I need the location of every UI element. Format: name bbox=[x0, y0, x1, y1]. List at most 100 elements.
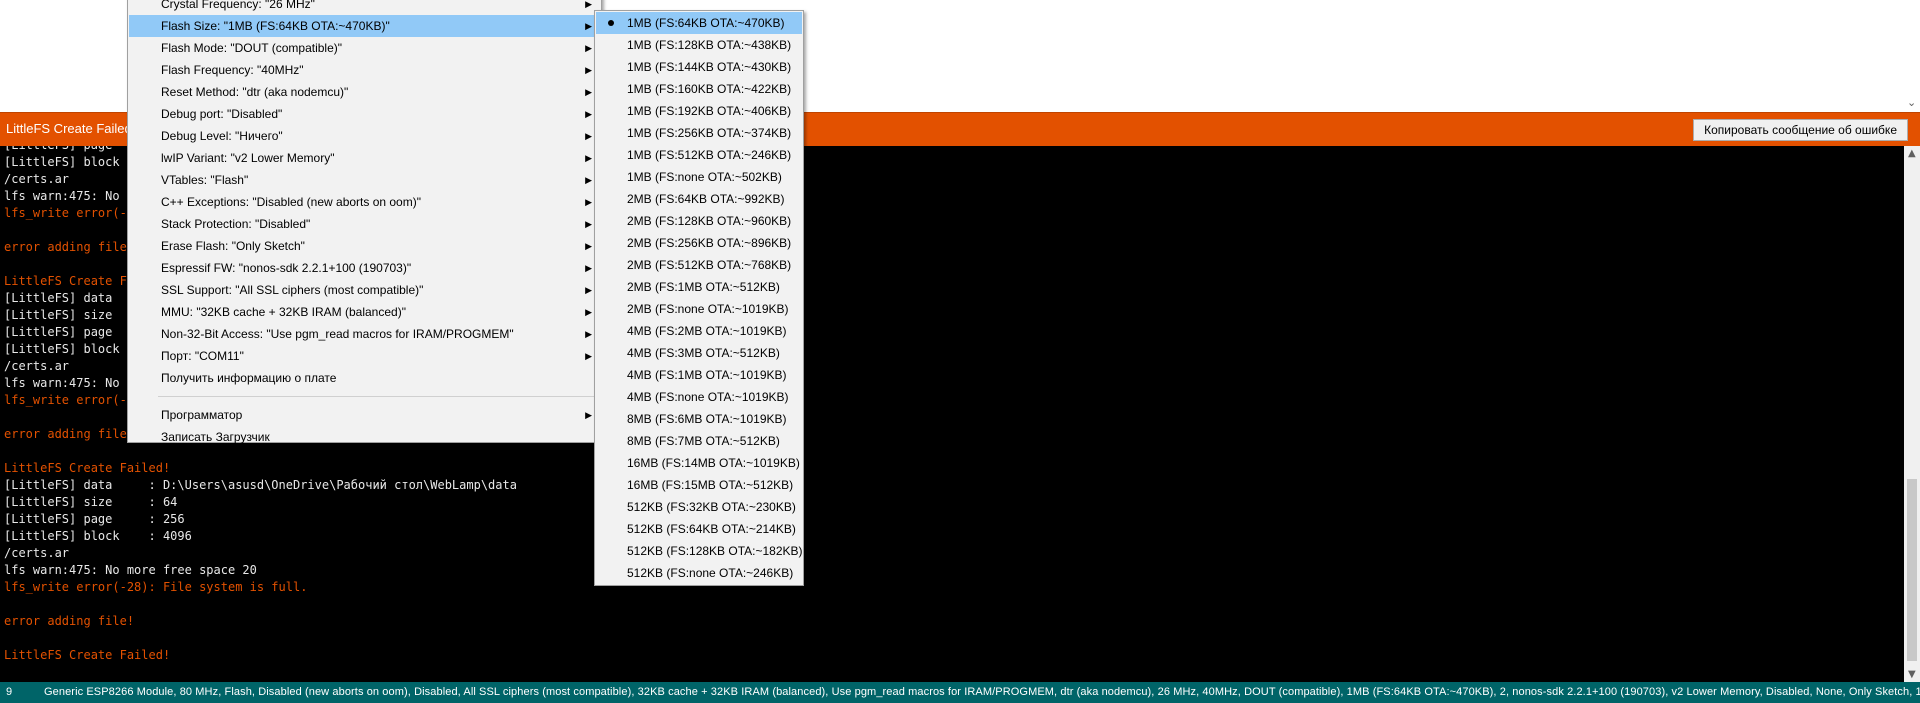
flash-size-option-label: 4MB (FS:none OTA:~1019KB) bbox=[627, 390, 789, 404]
menu-item[interactable]: Debug port: "Disabled" ▶ bbox=[129, 103, 600, 125]
menu-item[interactable]: Erase Flash: "Only Sketch" ▶ bbox=[129, 235, 600, 257]
flash-size-option[interactable]: 1MB (FS:none OTA:~502KB) bbox=[596, 166, 802, 188]
menu-item[interactable]: Порт: "COM11" ▶ bbox=[129, 345, 600, 367]
flash-size-option[interactable]: 4MB (FS:3MB OTA:~512KB) bbox=[596, 342, 802, 364]
flash-size-option-label: 16MB (FS:14MB OTA:~1019KB) bbox=[627, 456, 800, 470]
flash-size-option-label: 1MB (FS:256KB OTA:~374KB) bbox=[627, 126, 792, 140]
scroll-down-icon[interactable]: ⌄ bbox=[1907, 97, 1916, 108]
menu-item[interactable]: Flash Size: "1MB (FS:64KB OTA:~470KB)" ▶ bbox=[129, 15, 600, 37]
menu-item-label: VTables: "Flash" bbox=[161, 173, 249, 187]
flash-size-option[interactable]: 2MB (FS:512KB OTA:~768KB) bbox=[596, 254, 802, 276]
scroll-down-icon[interactable]: ▼ bbox=[1908, 669, 1916, 680]
menu-item[interactable]: Записать Загрузчик bbox=[129, 426, 600, 448]
flash-size-option[interactable]: 1MB (FS:144KB OTA:~430KB) bbox=[596, 56, 802, 78]
menu-item-label: lwIP Variant: "v2 Lower Memory" bbox=[161, 151, 335, 165]
menu-item[interactable]: SSL Support: "All SSL ciphers (most comp… bbox=[129, 279, 600, 301]
submenu-arrow-icon: ▶ bbox=[585, 329, 592, 339]
submenu-arrow-icon: ▶ bbox=[585, 21, 592, 31]
flash-size-option[interactable]: 8MB (FS:7MB OTA:~512KB) bbox=[596, 430, 802, 452]
flash-size-option[interactable]: 1MB (FS:64KB OTA:~470KB) bbox=[596, 12, 802, 34]
flash-size-option-label: 1MB (FS:144KB OTA:~430KB) bbox=[627, 60, 792, 74]
flash-size-option[interactable]: 2MB (FS:none OTA:~1019KB) bbox=[596, 298, 802, 320]
radio-selected-icon bbox=[608, 20, 614, 26]
flash-size-option[interactable]: 2MB (FS:64KB OTA:~992KB) bbox=[596, 188, 802, 210]
flash-size-option-label: 1MB (FS:512KB OTA:~246KB) bbox=[627, 148, 792, 162]
menu-item[interactable]: Crystal Frequency: "26 MHz" ▶ bbox=[129, 0, 600, 15]
menu-item-label: MMU: "32KB cache + 32KB IRAM (balanced)" bbox=[161, 305, 406, 319]
submenu-arrow-icon: ▶ bbox=[585, 410, 592, 420]
submenu-arrow-icon: ▶ bbox=[585, 263, 592, 273]
flash-size-option-label: 4MB (FS:2MB OTA:~1019KB) bbox=[627, 324, 787, 338]
menu-item-label: Flash Frequency: "40MHz" bbox=[161, 63, 304, 77]
flash-size-option-label: 1MB (FS:192KB OTA:~406KB) bbox=[627, 104, 792, 118]
menu-item[interactable]: Non-32-Bit Access: "Use pgm_read macros … bbox=[129, 323, 600, 345]
board-config-summary: Generic ESP8266 Module, 80 MHz, Flash, D… bbox=[44, 686, 1920, 698]
submenu-arrow-icon: ▶ bbox=[585, 197, 592, 207]
menu-item-label: Erase Flash: "Only Sketch" bbox=[161, 239, 305, 253]
copy-error-button[interactable]: Копировать сообщение об ошибке bbox=[1693, 119, 1908, 141]
menu-item-label: Non-32-Bit Access: "Use pgm_read macros … bbox=[161, 327, 514, 341]
flash-size-option[interactable]: 512KB (FS:32KB OTA:~230KB) bbox=[596, 496, 802, 518]
menu-item[interactable]: C++ Exceptions: "Disabled (new aborts on… bbox=[129, 191, 600, 213]
flash-size-option[interactable]: 2MB (FS:1MB OTA:~512KB) bbox=[596, 276, 802, 298]
flash-size-option[interactable]: 1MB (FS:192KB OTA:~406KB) bbox=[596, 100, 802, 122]
menu-item[interactable]: Espressif FW: "nonos-sdk 2.2.1+100 (1907… bbox=[129, 257, 600, 279]
menu-item-label: C++ Exceptions: "Disabled (new aborts on… bbox=[161, 195, 421, 209]
submenu-arrow-icon: ▶ bbox=[585, 65, 592, 75]
flash-size-option[interactable]: 16MB (FS:14MB OTA:~1019KB) bbox=[596, 452, 802, 474]
menu-item[interactable]: Reset Method: "dtr (aka nodemcu)" ▶ bbox=[129, 81, 600, 103]
scroll-up-icon[interactable]: ▲ bbox=[1908, 148, 1916, 159]
menu-item-label: Espressif FW: "nonos-sdk 2.2.1+100 (1907… bbox=[161, 261, 412, 275]
flash-size-option[interactable]: 512KB (FS:128KB OTA:~182KB) bbox=[596, 540, 803, 562]
menu-item[interactable]: VTables: "Flash" ▶ bbox=[129, 169, 600, 191]
flash-size-option[interactable]: 2MB (FS:256KB OTA:~896KB) bbox=[596, 232, 802, 254]
menu-item[interactable]: Flash Mode: "DOUT (compatible)" ▶ bbox=[129, 37, 600, 59]
menu-item[interactable]: Программатор ▶ bbox=[129, 404, 600, 426]
console-line: [LittleFS] page : 256 bbox=[4, 512, 185, 526]
console-line: LittleFS Create Failed! bbox=[4, 648, 171, 662]
error-message: LittleFS Create Failed! bbox=[6, 121, 136, 136]
menu-item-label: Записать Загрузчик bbox=[161, 430, 270, 444]
submenu-arrow-icon: ▶ bbox=[585, 153, 592, 163]
menu-item[interactable]: Stack Protection: "Disabled" ▶ bbox=[129, 213, 600, 235]
flash-size-option[interactable]: 4MB (FS:1MB OTA:~1019KB) bbox=[596, 364, 802, 386]
submenu-arrow-icon: ▶ bbox=[585, 307, 592, 317]
menu-item[interactable]: Debug Level: "Ничего" ▶ bbox=[129, 125, 600, 147]
flash-size-option[interactable]: 1MB (FS:256KB OTA:~374KB) bbox=[596, 122, 802, 144]
flash-size-option-label: 1MB (FS:160KB OTA:~422KB) bbox=[627, 82, 792, 96]
flash-size-option[interactable]: 2MB (FS:128KB OTA:~960KB) bbox=[596, 210, 802, 232]
menu-item-label: Stack Protection: "Disabled" bbox=[161, 217, 311, 231]
flash-size-option[interactable]: 4MB (FS:none OTA:~1019KB) bbox=[596, 386, 802, 408]
flash-size-option[interactable]: 1MB (FS:128KB OTA:~438KB) bbox=[596, 34, 802, 56]
menu-item[interactable]: Получить информацию о плате bbox=[129, 367, 600, 389]
menu-item-label: Программатор bbox=[161, 408, 243, 422]
flash-size-option-label: 4MB (FS:3MB OTA:~512KB) bbox=[627, 346, 780, 360]
console-line: lfs_write error(-28): File system is ful… bbox=[4, 580, 308, 594]
flash-size-option[interactable]: 8MB (FS:6MB OTA:~1019KB) bbox=[596, 408, 802, 430]
flash-size-option[interactable]: 1MB (FS:512KB OTA:~246KB) bbox=[596, 144, 802, 166]
console-scrollbar[interactable]: ▲ ▼ bbox=[1904, 146, 1920, 682]
flash-size-option[interactable]: 512KB (FS:none OTA:~246KB) bbox=[596, 562, 802, 584]
flash-size-option[interactable]: 1MB (FS:160KB OTA:~422KB) bbox=[596, 78, 802, 100]
editor-scrollbar[interactable]: ⌄ bbox=[1904, 0, 1920, 112]
menu-item[interactable]: lwIP Variant: "v2 Lower Memory" ▶ bbox=[129, 147, 600, 169]
menu-item[interactable]: MMU: "32KB cache + 32KB IRAM (balanced)"… bbox=[129, 301, 600, 323]
flash-size-option-label: 4MB (FS:1MB OTA:~1019KB) bbox=[627, 368, 787, 382]
menu-separator bbox=[158, 396, 597, 397]
flash-size-option-label: 2MB (FS:64KB OTA:~992KB) bbox=[627, 192, 785, 206]
menu-item-label: Flash Mode: "DOUT (compatible)" bbox=[161, 41, 343, 55]
scrollbar-thumb[interactable] bbox=[1907, 479, 1917, 661]
flash-size-option[interactable]: 16MB (FS:15MB OTA:~512KB) bbox=[596, 474, 802, 496]
menu-item-label: Debug port: "Disabled" bbox=[161, 107, 283, 121]
flash-size-option-label: 1MB (FS:64KB OTA:~470KB) bbox=[627, 16, 785, 30]
flash-size-option[interactable]: 4MB (FS:2MB OTA:~1019KB) bbox=[596, 320, 802, 342]
menu-item[interactable]: Flash Frequency: "40MHz" ▶ bbox=[129, 59, 600, 81]
console-line: [LittleFS] block : 4096 bbox=[4, 529, 192, 543]
console-line: lfs warn:475: No more free space 20 bbox=[4, 563, 257, 577]
flash-size-option-label: 1MB (FS:128KB OTA:~438KB) bbox=[627, 38, 792, 52]
console-line: error adding file! bbox=[4, 614, 135, 628]
menu-item-label: SSL Support: "All SSL ciphers (most comp… bbox=[161, 283, 424, 297]
flash-size-option[interactable]: 512KB (FS:64KB OTA:~214KB) bbox=[596, 518, 802, 540]
submenu-arrow-icon: ▶ bbox=[585, 175, 592, 185]
